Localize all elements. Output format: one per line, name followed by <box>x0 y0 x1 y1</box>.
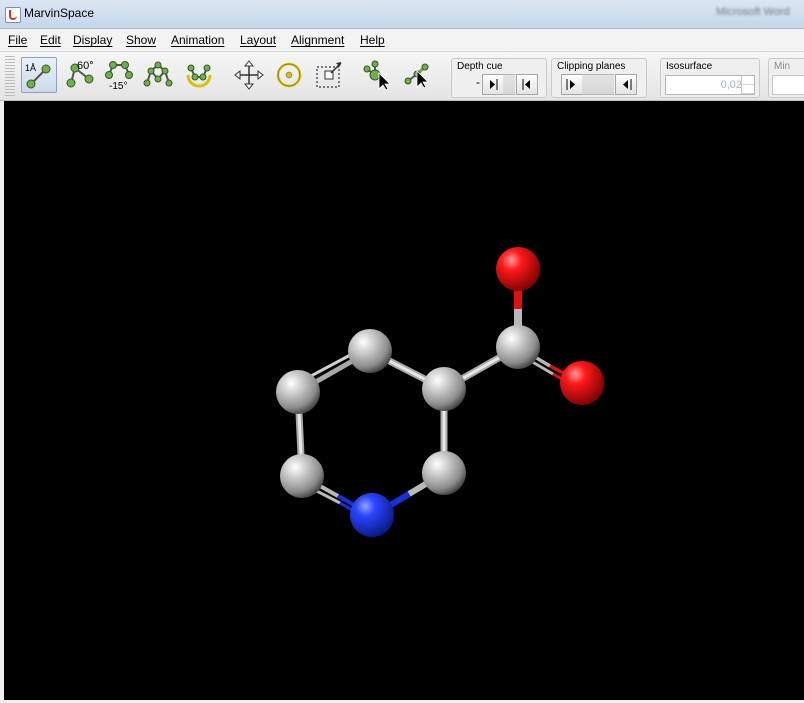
title-bar: MarvinSpace Microsoft Word <box>0 0 804 29</box>
pick-atom-cursor-icon <box>363 60 391 91</box>
spin-down-icon[interactable] <box>742 85 754 94</box>
translate-button[interactable] <box>231 57 265 91</box>
toolbar: 1Å 60° -15° Depth cue - Clipping planes … <box>0 52 804 101</box>
depth-cue-increase-button[interactable] <box>516 74 538 95</box>
measure-dihedral-icon: -15° <box>105 61 133 91</box>
depth-cue-slider[interactable] <box>503 74 515 95</box>
ring-select-icon <box>186 64 212 88</box>
depth-cue-decrease-button[interactable] <box>482 74 504 95</box>
zoom-box-icon <box>316 62 342 88</box>
fragment-icon <box>143 61 173 87</box>
menu-alignment[interactable]: Alignment <box>291 33 344 47</box>
measure-angle-icon: 60° <box>66 60 94 88</box>
atom-carbon[interactable] <box>422 367 466 411</box>
triangle-left-icon <box>522 79 530 90</box>
select-fragment-button[interactable] <box>140 57 174 91</box>
molecule-3d-view <box>276 247 604 537</box>
atom-carbon[interactable] <box>276 370 320 414</box>
pick-bond-cursor-icon <box>404 63 429 89</box>
background-window-title: Microsoft Word <box>716 6 790 18</box>
menu-animation[interactable]: Animation <box>171 33 224 47</box>
depth-cue-label: Depth cue <box>457 61 503 72</box>
pick-atom-button[interactable] <box>361 57 395 91</box>
atoms <box>276 247 604 537</box>
target-circle-icon <box>276 62 302 88</box>
menu-show[interactable]: Show <box>126 33 156 47</box>
pick-bond-button[interactable] <box>401 57 435 91</box>
depth-cue-group: Depth cue - <box>451 58 547 98</box>
depth-cue-minus-label: - <box>476 75 480 89</box>
zoom-box-button[interactable] <box>311 57 345 91</box>
clipping-planes-label: Clipping planes <box>557 61 626 72</box>
measure-distance-icon: 1Å <box>25 63 51 89</box>
toolbar-grip[interactable] <box>5 56 15 96</box>
clipping-front-button[interactable] <box>561 74 583 95</box>
min-field[interactable] <box>772 75 804 95</box>
distance-label: 1Å <box>25 63 36 73</box>
menu-bar: File Edit Display Show Animation Layout … <box>0 29 804 52</box>
atom-carbon[interactable] <box>422 451 466 495</box>
clipping-planes-group: Clipping planes <box>551 58 647 98</box>
atom-carbon[interactable] <box>496 325 540 369</box>
rotate-center-button[interactable] <box>271 57 305 91</box>
isosurface-spinner[interactable] <box>665 75 755 95</box>
molecule-viewport[interactable] <box>4 101 804 700</box>
menu-edit[interactable]: Edit <box>40 33 61 47</box>
isosurface-label: Isosurface <box>666 61 713 72</box>
select-ring-button[interactable] <box>181 57 215 91</box>
angle-label: 60° <box>77 60 94 72</box>
min-group: Min <box>768 58 804 98</box>
window-title: MarvinSpace <box>24 6 95 20</box>
clipping-planes-slider[interactable] <box>582 74 614 95</box>
atom-oxygen[interactable] <box>560 361 604 405</box>
menu-layout[interactable]: Layout <box>240 33 276 47</box>
menu-display[interactable]: Display <box>73 33 112 47</box>
isosurface-value-field[interactable] <box>668 77 744 93</box>
measure-angle-button[interactable]: 60° <box>61 57 95 91</box>
menu-file[interactable]: File <box>8 33 27 47</box>
atom-carbon[interactable] <box>348 329 392 373</box>
move-arrows-icon <box>234 60 264 90</box>
isosurface-group: Isosurface <box>660 58 760 98</box>
dihedral-label: -15° <box>109 81 127 91</box>
isosurface-spin-buttons[interactable] <box>741 76 754 94</box>
triangle-left-icon <box>623 79 632 90</box>
min-label: Min <box>774 61 791 72</box>
clipping-back-button[interactable] <box>615 74 637 95</box>
triangle-right-icon <box>566 79 575 90</box>
atom-nitrogen[interactable] <box>350 493 394 537</box>
measure-dihedral-button[interactable]: -15° <box>102 57 136 91</box>
atom-carbon[interactable] <box>280 454 324 498</box>
measure-distance-button[interactable]: 1Å <box>21 57 57 93</box>
java-app-icon <box>5 7 21 23</box>
menu-help[interactable]: Help <box>360 33 385 47</box>
atom-oxygen[interactable] <box>496 247 540 291</box>
spin-up-icon[interactable] <box>742 76 754 85</box>
triangle-right-icon <box>490 79 498 90</box>
